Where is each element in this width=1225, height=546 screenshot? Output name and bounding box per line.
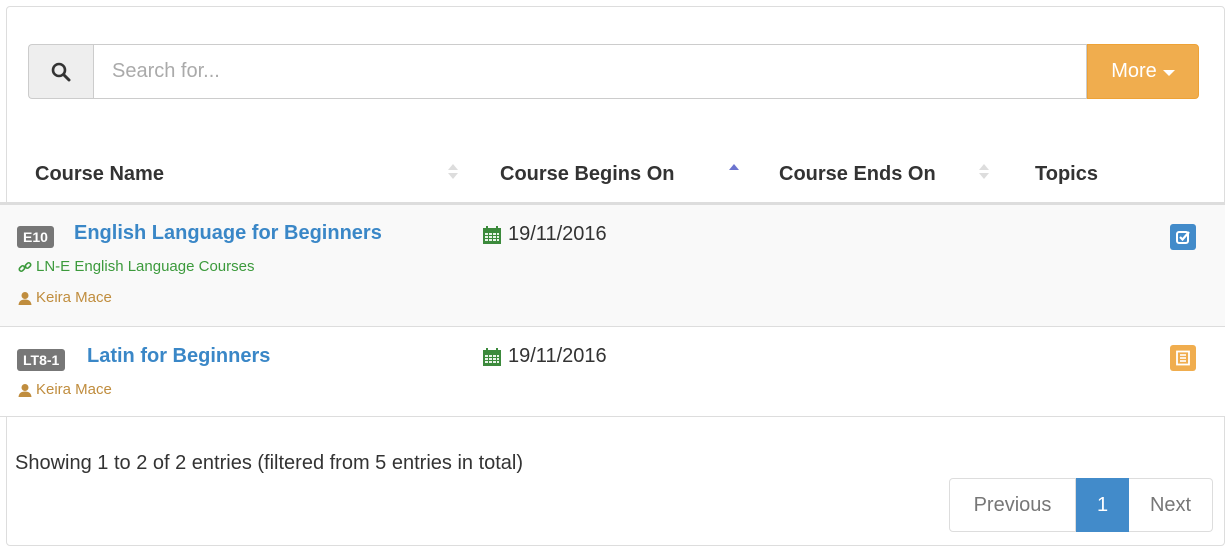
courses-table: Course Name Course Begins On Course Ends… (0, 140, 1225, 417)
more-dropdown-button[interactable]: More (1087, 44, 1199, 99)
course-begins-date: 19/11/2016 (482, 345, 607, 368)
course-code-badge: LT8-1 (17, 349, 66, 371)
course-begins-value: 19/11/2016 (508, 345, 607, 367)
table-row: LT8-1 Latin for Beginners Keira Mace 19/… (0, 327, 1225, 417)
table-info: Showing 1 to 2 of 2 entries (filtered fr… (15, 452, 524, 474)
list-alt-icon (1176, 350, 1190, 366)
table-row: E10 English Language for Beginners LN-E … (0, 205, 1225, 327)
page-1-button[interactable]: 1 (1076, 478, 1129, 532)
check-square-icon (1176, 231, 1190, 244)
column-header-course-begins-on[interactable]: Course Begins On (500, 163, 674, 186)
column-header-course-name[interactable]: Course Name (35, 163, 164, 186)
teacher-label: Keira Mace (36, 381, 112, 398)
column-header-topics: Topics (1035, 163, 1098, 185)
link-icon (18, 261, 32, 272)
user-icon (18, 291, 32, 305)
course-begins-date: 19/11/2016 (482, 223, 607, 246)
next-page-button[interactable]: Next (1129, 478, 1213, 532)
list-alt-button[interactable] (1170, 345, 1196, 371)
teacher-label: Keira Mace (36, 289, 112, 306)
sort-asc-icon[interactable] (729, 164, 739, 179)
course-name-link[interactable]: English Language for Beginners (74, 222, 382, 245)
search-group: More (28, 44, 1199, 99)
course-name-link[interactable]: Latin for Beginners (87, 345, 270, 368)
teacher-name: Keira Mace (18, 381, 112, 398)
caret-down-icon (1162, 69, 1175, 76)
table-header: Course Name Course Begins On Course Ends… (0, 140, 1225, 205)
search-input[interactable] (93, 44, 1087, 99)
more-button-label: More (1111, 60, 1157, 82)
sort-both-icon[interactable] (979, 164, 989, 179)
course-group-label: LN-E English Language Courses (36, 258, 255, 275)
check-square-button[interactable] (1170, 224, 1196, 250)
course-code-badge: E10 (17, 226, 54, 248)
sort-both-icon[interactable] (448, 164, 458, 179)
search-icon[interactable] (28, 44, 93, 99)
column-header-course-ends-on[interactable]: Course Ends On (779, 163, 936, 186)
teacher-name: Keira Mace (18, 289, 112, 306)
previous-page-button[interactable]: Previous (949, 478, 1076, 532)
user-icon (18, 383, 32, 397)
calendar-icon (483, 347, 501, 366)
course-group-link[interactable]: LN-E English Language Courses (18, 258, 254, 275)
calendar-icon (483, 225, 501, 244)
course-begins-value: 19/11/2016 (508, 223, 607, 245)
pagination: Previous 1 Next (949, 478, 1213, 532)
